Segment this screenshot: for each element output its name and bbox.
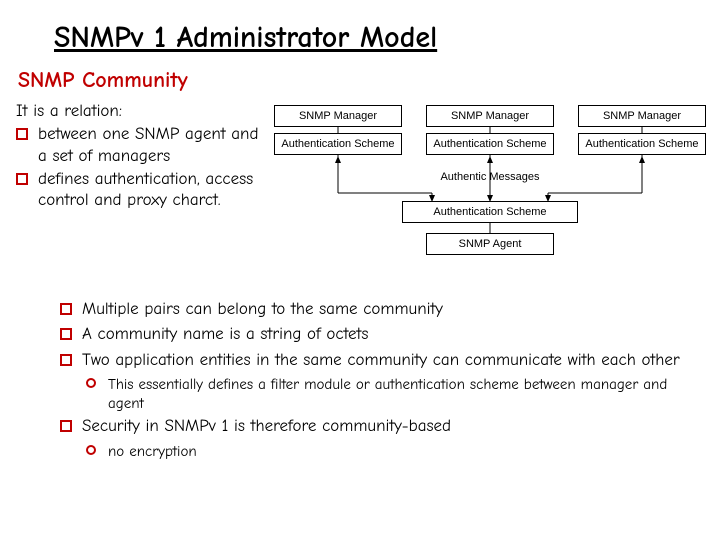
lower-list: Multiple pairs can belong to the same co… [60, 299, 702, 460]
definition-block: It is a relation: between one SNMP agent… [16, 101, 262, 213]
sub-item-text: This essentially defines a filter module… [108, 375, 667, 412]
circle-bullet-icon [86, 445, 96, 455]
square-bullet-icon [60, 420, 72, 432]
list-item: Two application entities in the same com… [60, 350, 702, 413]
sub-list: This essentially defines a filter module… [82, 375, 702, 413]
square-bullet-icon [60, 303, 72, 315]
list-item: between one SNMP agent and a set of mana… [16, 124, 262, 167]
sub-list-item: no encryption [82, 442, 702, 461]
community-diagram: SNMP Manager SNMP Manager SNMP Manager A… [272, 101, 708, 285]
sub-list-item: This essentially defines a filter module… [82, 375, 702, 413]
list-item: Security in SNMPv 1 is therefore communi… [60, 416, 702, 460]
upper-row: It is a relation: between one SNMP agent… [0, 101, 720, 291]
section-heading: SNMP Community [0, 65, 720, 101]
diagram-connectors [272, 101, 708, 285]
list-item-text: A community name is a string of octets [82, 325, 368, 344]
square-bullet-icon [16, 128, 28, 140]
circle-bullet-icon [86, 378, 96, 388]
sub-item-text: no encryption [108, 442, 197, 460]
lower-block: Multiple pairs can belong to the same co… [0, 291, 720, 460]
list-item: defines authentication, access control a… [16, 169, 262, 212]
list-item-text: Two application entities in the same com… [82, 351, 680, 370]
list-item-text: Multiple pairs can belong to the same co… [82, 300, 443, 319]
square-bullet-icon [60, 354, 72, 366]
square-bullet-icon [60, 328, 72, 340]
slide-title: SNMPv 1 Administrator Model [0, 0, 720, 65]
sub-list: no encryption [82, 442, 702, 461]
square-bullet-icon [16, 173, 28, 185]
list-item-text: between one SNMP agent and a set of mana… [38, 125, 258, 165]
list-item-text: Security in SNMPv 1 is therefore communi… [82, 417, 451, 436]
list-item-text: defines authentication, access control a… [38, 170, 253, 210]
list-item: Multiple pairs can belong to the same co… [60, 299, 702, 320]
intro-text: It is a relation: [16, 101, 262, 122]
list-item: A community name is a string of octets [60, 324, 702, 345]
definition-list: between one SNMP agent and a set of mana… [16, 124, 262, 211]
